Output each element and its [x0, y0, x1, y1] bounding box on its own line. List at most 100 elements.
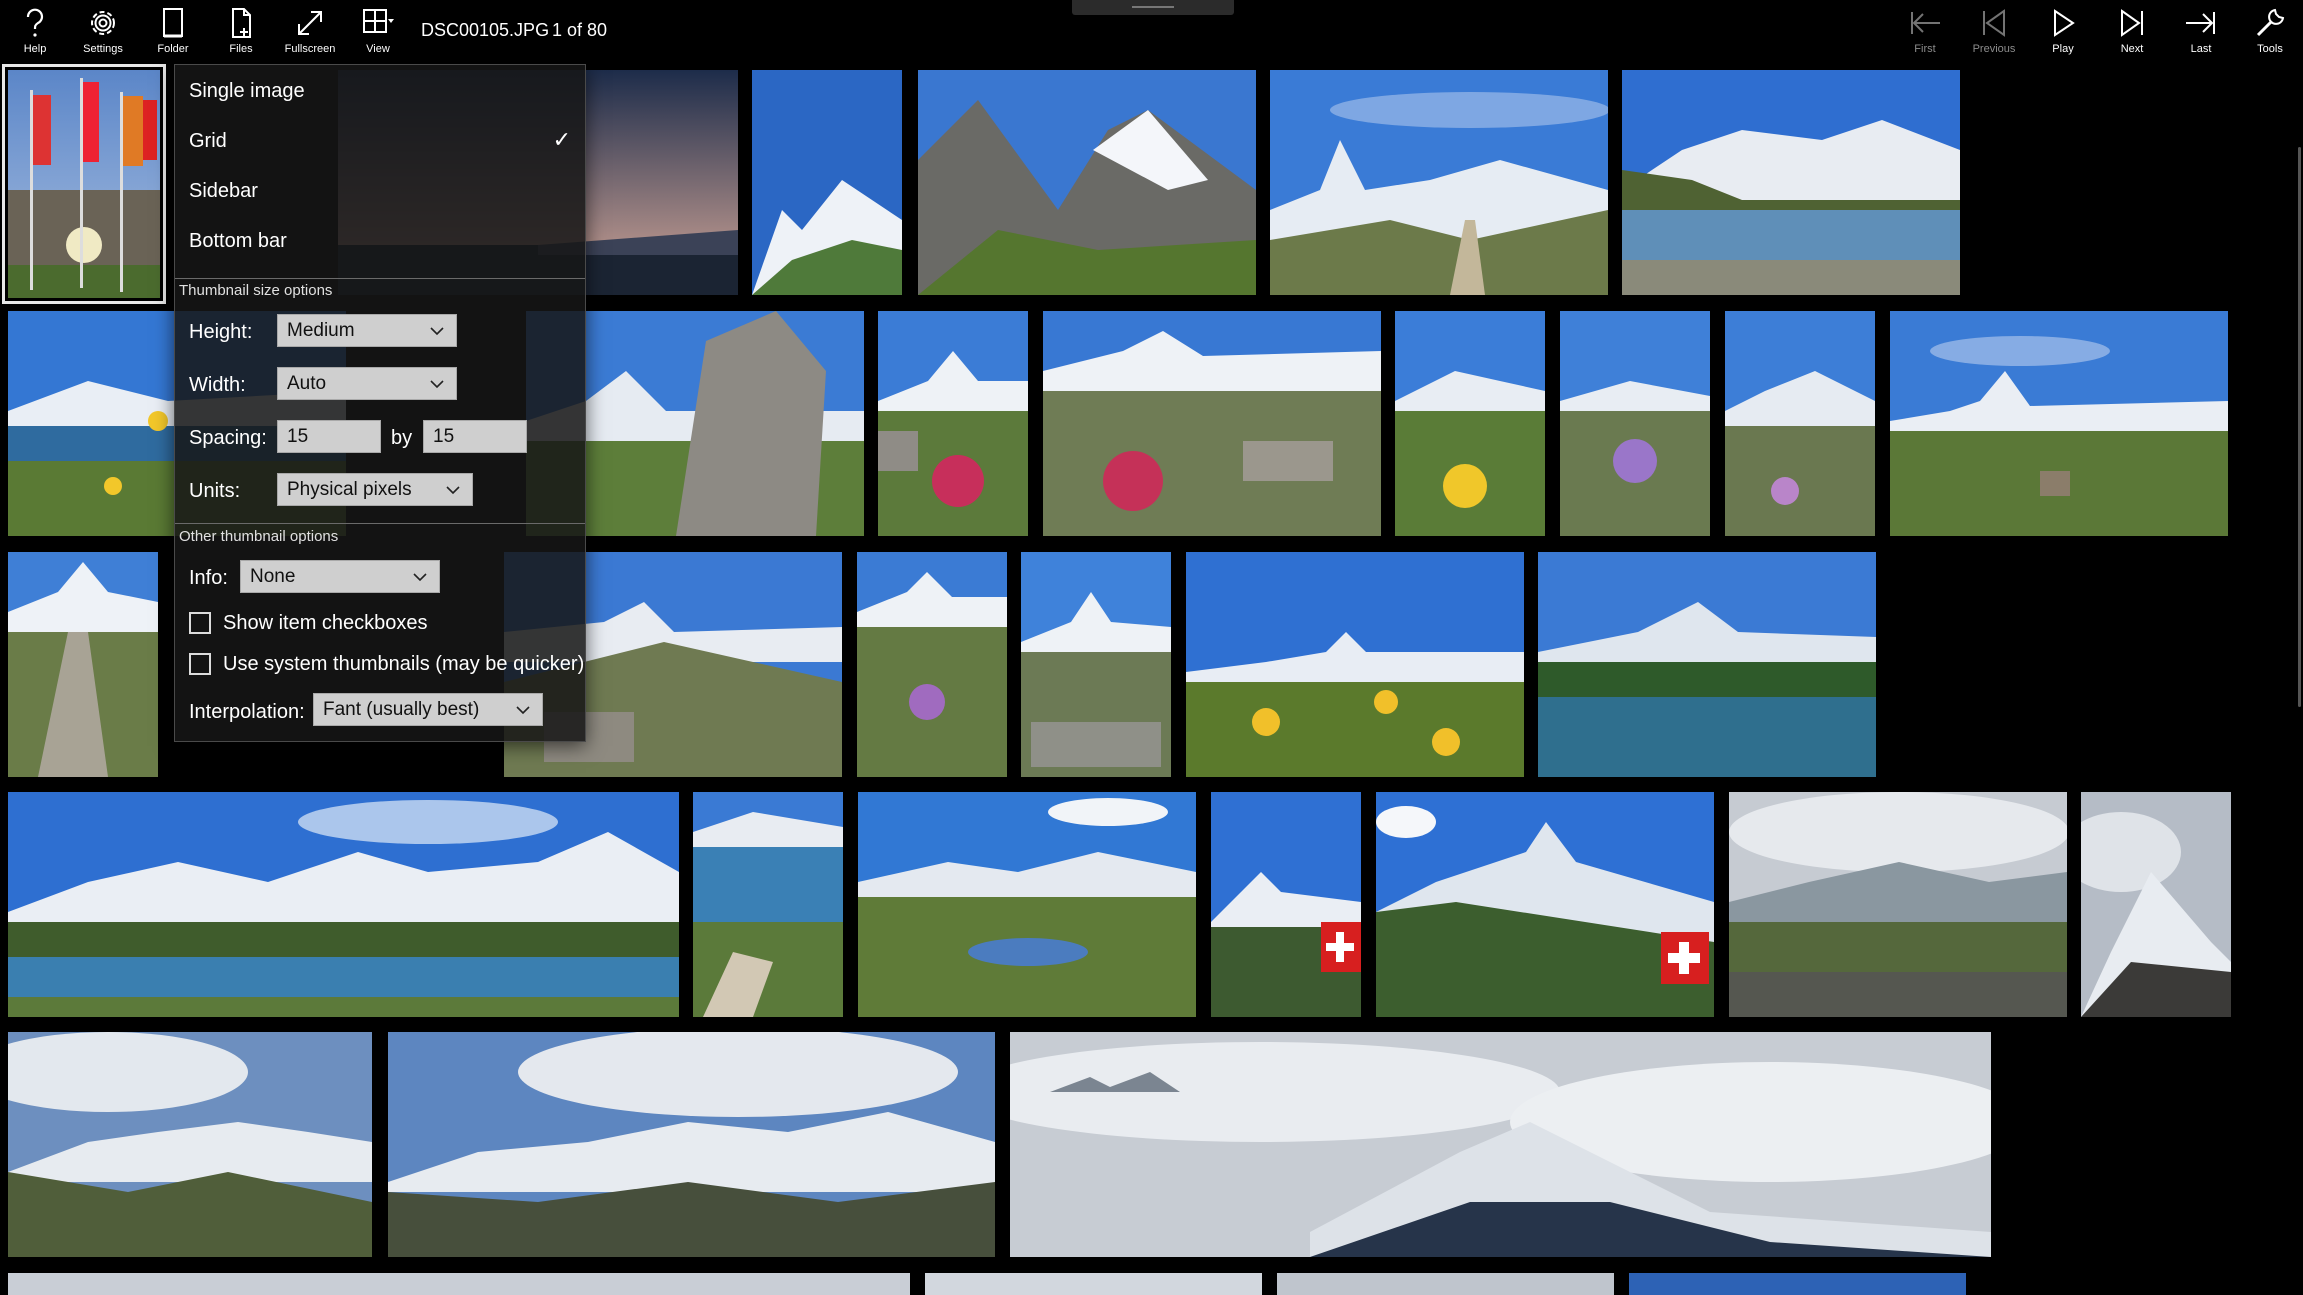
- thumbnail-row6-d[interactable]: [1629, 1273, 1966, 1295]
- first-icon: [1911, 12, 1940, 34]
- settings-button[interactable]: Settings: [71, 0, 135, 58]
- thumbnail-rhododendron[interactable]: [878, 311, 1028, 536]
- last-label: Last: [2190, 43, 2212, 55]
- thumbnail-stones[interactable]: [1021, 552, 1171, 777]
- folder-label: Folder: [157, 43, 189, 55]
- chevron-down-icon: [413, 573, 427, 582]
- thumbnail-row6-a[interactable]: [8, 1273, 910, 1295]
- thumbnail-purple-flowers[interactable]: [1560, 311, 1710, 536]
- thumbnail-flags[interactable]: [2, 64, 166, 304]
- thumbnail-matterhorn-rocks[interactable]: [1043, 311, 1381, 536]
- first-label: First: [1914, 43, 1936, 55]
- thumbnail-size-header: Thumbnail size options: [179, 282, 333, 299]
- thumbnail-thistle[interactable]: [857, 552, 1007, 777]
- height-label: Height:: [189, 321, 253, 343]
- menu-item-grid[interactable]: Grid: [189, 130, 227, 153]
- units-label: Units:: [189, 480, 241, 502]
- spacing-y-input[interactable]: 15: [423, 420, 527, 453]
- top-toolbar: Help Settings Folder Files Fullscreen Vi…: [0, 0, 2303, 62]
- menu-item-bottom-bar[interactable]: Bottom bar: [189, 230, 287, 253]
- chevron-down-icon: [430, 327, 444, 336]
- thumbnail-pond-forest[interactable]: [1538, 552, 1876, 777]
- help-label: Help: [23, 43, 47, 55]
- height-dropdown[interactable]: Medium: [277, 314, 457, 347]
- next-label: Next: [2120, 43, 2144, 55]
- spacing-by-label: by: [391, 427, 413, 449]
- tools-button[interactable]: Tools: [2238, 0, 2302, 58]
- previous-icon: [1983, 9, 2005, 37]
- thumbnail-lake-driftwood[interactable]: [693, 792, 843, 1017]
- width-dropdown[interactable]: Auto: [277, 367, 457, 400]
- width-dropdown-value: Auto: [287, 373, 327, 394]
- thumbnail-misty-peak[interactable]: [2081, 792, 2231, 1017]
- thumbnail-row6-c[interactable]: [1277, 1273, 1614, 1295]
- thumbnail-reflection-pond[interactable]: [858, 792, 1196, 1017]
- thumbnail-alpine-lake[interactable]: [1622, 70, 1960, 295]
- thumbnail-lake-panorama[interactable]: [8, 792, 679, 1017]
- menu-item-single-image[interactable]: Single image: [189, 80, 305, 103]
- spacing-x-input[interactable]: 15: [277, 420, 381, 453]
- thumbnail-golden-meadow[interactable]: [1186, 552, 1524, 777]
- thumbnail-panorama-ridge[interactable]: [1890, 311, 2228, 536]
- files-label: Files: [229, 43, 253, 55]
- units-dropdown[interactable]: Physical pixels: [277, 473, 473, 506]
- view-label: View: [366, 43, 390, 55]
- previous-label: Previous: [1972, 43, 2016, 55]
- vertical-scrollbar[interactable]: [2297, 62, 2303, 1295]
- thumbnail-matterhorn-flag[interactable]: [1376, 792, 1714, 1017]
- drag-handle[interactable]: [1072, 0, 1234, 15]
- system-thumbnails-checkbox[interactable]: [189, 653, 211, 675]
- tools-icon: [2256, 8, 2285, 37]
- chevron-down-icon: [446, 486, 460, 495]
- thumbnail-path-matterhorn[interactable]: [8, 552, 158, 777]
- info-dropdown[interactable]: None: [240, 560, 440, 593]
- thumbnail-yellow-flowers[interactable]: [1395, 311, 1545, 536]
- first-button[interactable]: First: [1893, 0, 1957, 58]
- current-filename: DSC00105.JPG: [421, 20, 550, 40]
- help-button[interactable]: Help: [3, 0, 67, 58]
- files-button[interactable]: Files: [209, 0, 273, 58]
- help-icon: [26, 8, 44, 37]
- view-grid-icon: [363, 9, 394, 33]
- spacing-label: Spacing:: [189, 427, 267, 449]
- thumbnail-swiss-flag[interactable]: [1211, 792, 1361, 1017]
- info-dropdown-value: None: [250, 566, 296, 587]
- thumbnail-row6-b[interactable]: [925, 1273, 1262, 1295]
- system-thumbnails-label: Use system thumbnails (may be quicker): [223, 653, 585, 675]
- thumbnail-glacier-panorama[interactable]: [388, 1032, 995, 1257]
- thumbnail-cloudy-summit[interactable]: [1010, 1032, 1991, 1257]
- thumbnail-meadow[interactable]: [1725, 311, 1875, 536]
- folder-icon: [163, 8, 183, 38]
- thumbnail-peak-valley[interactable]: [918, 70, 1256, 295]
- fullscreen-label: Fullscreen: [284, 43, 336, 55]
- folder-button[interactable]: Folder: [141, 0, 205, 58]
- fullscreen-icon: [298, 11, 322, 35]
- next-button[interactable]: Next: [2100, 0, 2164, 58]
- tools-label: Tools: [2257, 43, 2283, 55]
- show-checkboxes-checkbox[interactable]: [189, 612, 211, 634]
- width-label: Width:: [189, 374, 246, 396]
- view-button[interactable]: View: [346, 0, 410, 58]
- fullscreen-button[interactable]: Fullscreen: [278, 0, 342, 58]
- thumbnail-cloudy-valley[interactable]: [1729, 792, 2067, 1017]
- checkmark-icon: ✓: [552, 127, 571, 152]
- play-button[interactable]: Play: [2031, 0, 2095, 58]
- units-dropdown-value: Physical pixels: [287, 479, 412, 500]
- other-options-header: Other thumbnail options: [179, 528, 339, 545]
- last-button[interactable]: Last: [2169, 0, 2233, 58]
- chevron-down-icon: [430, 380, 444, 389]
- thumbnail-cloud-range[interactable]: [8, 1032, 372, 1257]
- interpolation-dropdown[interactable]: Fant (usually best): [313, 693, 543, 726]
- play-icon: [2054, 9, 2075, 37]
- previous-button[interactable]: Previous: [1962, 0, 2026, 58]
- settings-label: Settings: [83, 43, 123, 55]
- files-icon: [232, 8, 251, 38]
- interpolation-label: Interpolation:: [189, 701, 305, 723]
- info-label: Info:: [189, 567, 228, 589]
- scrollbar-thumb[interactable]: [2298, 147, 2301, 707]
- menu-item-sidebar[interactable]: Sidebar: [189, 180, 258, 203]
- thumbnail-matterhorn-small[interactable]: [752, 70, 902, 295]
- last-icon: [2186, 12, 2215, 34]
- thumbnail-matterhorn-trail[interactable]: [1270, 70, 1608, 295]
- play-label: Play: [2052, 43, 2074, 55]
